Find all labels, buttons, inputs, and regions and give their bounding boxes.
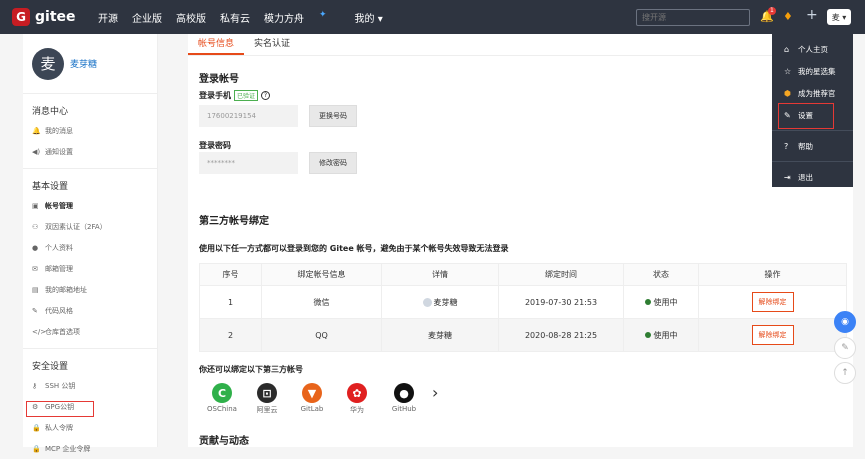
login-account-title: 登录帐号 — [199, 74, 239, 85]
nav-moli[interactable]: 模力方舟 ✦ — [264, 10, 341, 25]
sidebar-profile: 麦 麦芽糖 — [23, 34, 157, 94]
bind-gitlab[interactable]: ▼ GitLab — [292, 383, 332, 413]
sidebar-item-profile[interactable]: ● 个人资料 — [23, 237, 157, 258]
third-party-desc: 使用以下任一方式都可以登录到您的 Gitee 帐号，避免由于某个帐号失效导致无法… — [199, 244, 509, 253]
unbind-button[interactable]: 解除绑定 — [751, 292, 794, 312]
menu-item-home[interactable]: ⌂ 个人主页 — [772, 38, 853, 60]
group-title-security: 安全设置 — [32, 362, 69, 372]
tab-bar: 帐号信息 实名认证 — [188, 34, 853, 56]
sparkle-icon: ✦ — [319, 9, 327, 20]
group-title-basic: 基本设置 — [32, 182, 69, 192]
change-password-button[interactable]: 修改密码 — [309, 152, 357, 174]
password-label: 登录密码 — [199, 141, 231, 150]
code-icon: </> — [32, 327, 47, 336]
oschina-icon: C — [212, 383, 232, 403]
bind-github[interactable]: ● GitHub — [384, 383, 424, 413]
highlight-settings — [778, 103, 834, 129]
bind-huawei[interactable]: ✿ 华为 — [337, 383, 377, 415]
menu-item-help[interactable]: ? 帮助 — [772, 135, 853, 157]
brush-icon: ✎ — [32, 306, 38, 315]
aliyun-icon: ⊡ — [257, 383, 277, 403]
gitee-logo[interactable]: Ggitee — [12, 8, 82, 26]
chat-icon[interactable]: ◉ — [834, 311, 856, 333]
sidebar-item-email[interactable]: ✉ 邮箱管理 — [23, 258, 157, 279]
table-row: 1 微信 麦芽糖 2019-07-30 21:53 使用中 解除绑定 — [199, 285, 847, 319]
binding-table: 序号 绑定帐号信息 详情 绑定时间 状态 操作 1 微信 麦芽糖 2019-07-30 21… — [199, 263, 847, 352]
tab-account-info[interactable]: 帐号信息 — [188, 34, 245, 55]
phone-label: 登录手机 已验证? — [199, 90, 271, 101]
card-icon: ▤ — [32, 285, 39, 294]
table-row: 2 QQ 麦芽糖 2020-08-28 21:25 使用中 解除绑定 — [199, 318, 847, 352]
location-pin-icon[interactable]: ♦ — [783, 10, 793, 23]
phone-field: 17600219154 — [199, 105, 298, 127]
menu-item-logout[interactable]: ⇥ 退出 — [772, 166, 853, 188]
sidebar-item-code-style[interactable]: ✎ 代码风格 — [23, 300, 157, 321]
lock-icon: 🔒 — [32, 444, 41, 453]
status-dot — [644, 299, 651, 305]
bind-oschina[interactable]: C OSChina — [202, 383, 242, 413]
nav-education[interactable]: 高校版 — [176, 10, 206, 25]
users-icon: ⚇ — [32, 222, 39, 231]
chevron-right-icon[interactable]: › — [432, 383, 438, 402]
star-icon: ☆ — [784, 66, 792, 76]
id-card-icon: ▣ — [32, 201, 39, 210]
menu-item-recommender[interactable]: ⬢ 成为推荐官 — [772, 82, 853, 104]
sidebar-item-account[interactable]: ▣ 帐号管理 — [23, 195, 157, 216]
gitlab-icon: ▼ — [302, 383, 322, 403]
more-bind-title: 你还可以绑定以下第三方帐号 — [199, 365, 303, 374]
menu-item-stars[interactable]: ☆ 我的星选集 — [772, 60, 853, 82]
main-nav: 开源 企业版 高校版 私有云 模力方舟 ✦ 我的 ▾ — [98, 10, 397, 25]
sidebar-item-2fa[interactable]: ⚇ 双因素认证（2FA） — [23, 216, 157, 237]
third-party-title: 第三方帐号绑定 — [199, 216, 269, 227]
huawei-icon: ✿ — [347, 383, 367, 403]
nav-enterprise[interactable]: 企业版 — [132, 10, 162, 25]
bind-aliyun[interactable]: ⊡ 阿里云 — [247, 383, 287, 415]
plus-icon[interactable]: + — [806, 7, 818, 23]
logout-icon: ⇥ — [784, 172, 791, 182]
unbind-button[interactable]: 解除绑定 — [751, 325, 794, 345]
back-to-top-icon[interactable]: ↑ — [834, 362, 856, 384]
sidebar-item-repo-prefs[interactable]: </> 仓库首选项 — [23, 321, 157, 342]
envelope-icon: ✉ — [32, 264, 38, 273]
sidebar-item-ssh[interactable]: ⚷ SSH 公钥 — [23, 375, 157, 396]
github-icon: ● — [394, 383, 414, 403]
verified-badge: 已验证 — [234, 90, 259, 101]
search-input[interactable] — [636, 9, 750, 26]
hexagon-icon: ⬢ — [784, 88, 791, 98]
nav-private-cloud[interactable]: 私有云 — [220, 10, 250, 25]
password-field: ******** — [199, 152, 298, 174]
username-link[interactable]: 麦芽糖 — [70, 57, 97, 70]
notification-badge: 1 — [768, 7, 776, 15]
main-content: 帐号信息 实名认证 登录帐号 登录手机 已验证? 17600219154 更换号码… — [188, 34, 853, 447]
nav-opensource[interactable]: 开源 — [98, 10, 118, 25]
home-icon: ⌂ — [784, 44, 790, 54]
status-dot — [644, 332, 651, 338]
avatar[interactable]: 麦 — [32, 47, 64, 80]
user-icon: ● — [32, 243, 39, 252]
help-icon[interactable]: ? — [261, 91, 271, 100]
highlight-private-token — [26, 401, 94, 417]
top-navbar: Ggitee 开源 企业版 高校版 私有云 模力方舟✦ 我的 ▾ 🔔 1 ♦ +… — [0, 0, 865, 34]
lock-icon: 🔒 — [32, 423, 41, 432]
tab-real-name[interactable]: 实名认证 — [244, 34, 300, 55]
feedback-icon[interactable]: ✎ — [834, 337, 856, 359]
sidebar-item-email-address[interactable]: ▤ 我的邮箱地址 — [23, 279, 157, 300]
sidebar-item-private-token[interactable]: 🔒 私人令牌 — [23, 417, 157, 438]
group-title-messages: 消息中心 — [32, 107, 69, 117]
speaker-icon: ◀) — [32, 147, 41, 156]
change-phone-button[interactable]: 更换号码 — [309, 105, 357, 127]
sidebar-item-my-messages[interactable]: 🔔 我的消息 — [23, 120, 157, 141]
settings-sidebar: 麦 麦芽糖 消息中心 🔔 我的消息 ◀) 通知设置 基本设置 ▣ 帐号管理 ⚇ 双因素认… — [23, 34, 158, 453]
key-icon: ⚷ — [32, 381, 38, 390]
bell-icon: 🔔 — [32, 126, 41, 135]
contrib-title: 贡献与动态 — [199, 436, 249, 447]
user-menu-trigger[interactable]: 麦 ▾ — [827, 9, 851, 25]
help-circle-icon: ? — [784, 141, 789, 151]
wechat-avatar-icon — [422, 297, 432, 307]
table-header: 序号 绑定帐号信息 详情 绑定时间 状态 操作 — [199, 263, 847, 286]
sidebar-item-mcp-token[interactable]: 🔒 MCP 企业令牌 — [23, 438, 157, 459]
nav-mine[interactable]: 我的 ▾ — [355, 10, 383, 25]
sidebar-item-notification-settings[interactable]: ◀) 通知设置 — [23, 141, 157, 162]
